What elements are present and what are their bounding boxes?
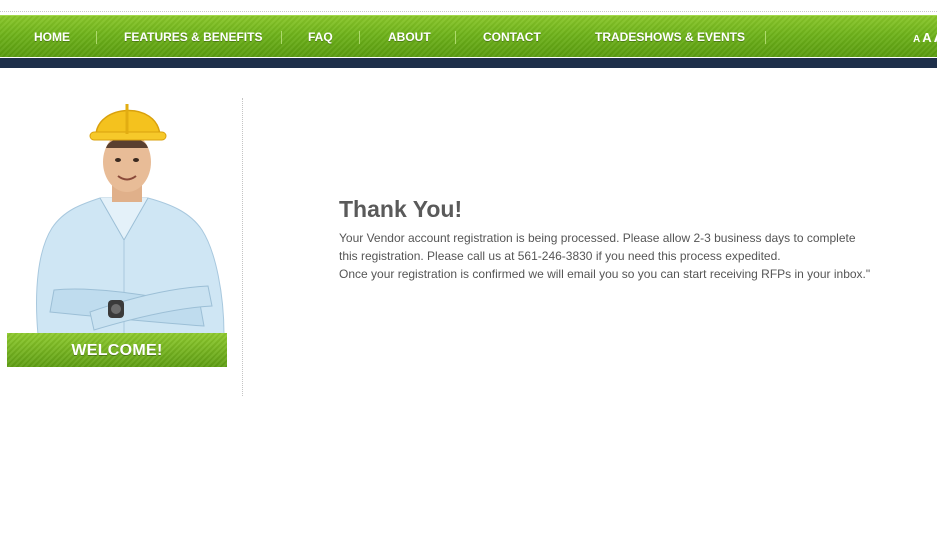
font-size-control: AAA bbox=[913, 16, 937, 58]
nav-separator bbox=[96, 31, 97, 44]
message-line: Your Vendor account registration is bein… bbox=[339, 231, 856, 245]
worker-hero-image bbox=[36, 104, 225, 335]
message-line: Once your registration is confirmed we w… bbox=[339, 267, 871, 281]
nav-tradeshows-events[interactable]: TRADESHOWS & EVENTS bbox=[595, 16, 745, 58]
header-accent-bar bbox=[0, 58, 937, 68]
nav-separator bbox=[765, 31, 766, 44]
main-navigation: HOME FEATURES & BENEFITS FAQ ABOUT CONTA… bbox=[0, 15, 937, 57]
nav-about[interactable]: ABOUT bbox=[388, 16, 431, 58]
confirmation-message: Your Vendor account registration is bein… bbox=[339, 229, 899, 283]
welcome-banner: WELCOME! bbox=[7, 333, 227, 367]
font-size-medium-button[interactable]: A bbox=[922, 30, 931, 45]
top-dotted-rule bbox=[0, 11, 937, 12]
page: HOME FEATURES & BENEFITS FAQ ABOUT CONTA… bbox=[0, 0, 937, 550]
nav-faq[interactable]: FAQ bbox=[308, 16, 333, 58]
column-divider bbox=[242, 98, 243, 396]
nav-separator bbox=[281, 31, 282, 44]
nav-separator bbox=[455, 31, 456, 44]
page-title: Thank You! bbox=[339, 196, 463, 222]
message-line: this registration. Please call us at 561… bbox=[339, 249, 781, 263]
nav-separator bbox=[359, 31, 360, 44]
font-size-small-button[interactable]: A bbox=[913, 34, 920, 45]
confirmation-panel: Thank You! Your Vendor account registrat… bbox=[339, 196, 899, 283]
nav-contact[interactable]: CONTACT bbox=[483, 16, 541, 58]
nav-features-benefits[interactable]: FEATURES & BENEFITS bbox=[124, 16, 262, 58]
nav-home[interactable]: HOME bbox=[34, 16, 70, 58]
font-size-large-button[interactable]: A bbox=[934, 29, 937, 46]
